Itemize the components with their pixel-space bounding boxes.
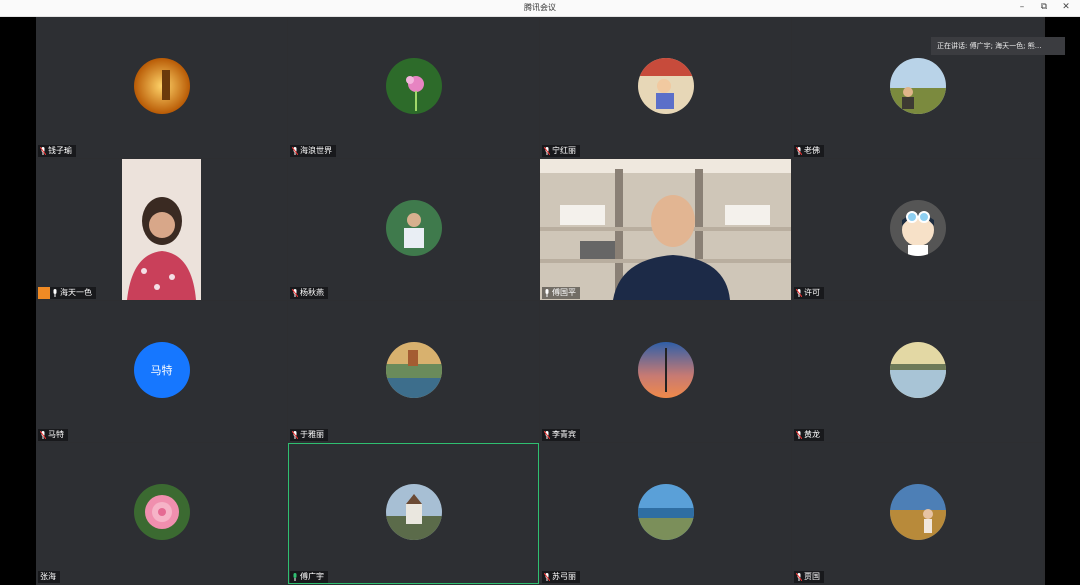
participant-tile[interactable]: 黄龙 [792, 301, 1043, 442]
window-titlebar: 腾讯会议 – ⧉ ✕ [0, 0, 1080, 17]
participant-name: 傅国平 [552, 288, 576, 297]
participant-name: 于雅丽 [300, 430, 324, 439]
avatar [133, 57, 190, 114]
participant-tile[interactable]: 钱子瑜 [36, 17, 287, 158]
participant-name-tag: 苏弓丽 [542, 571, 580, 583]
participant-name-tag: 许可 [794, 287, 824, 299]
participant-name: 马特 [48, 430, 64, 439]
participant-name: 海浪世界 [300, 146, 332, 155]
participant-name-tag: 贾国 [794, 571, 824, 583]
participant-name: 老佛 [804, 146, 820, 155]
host-icon [38, 287, 50, 299]
mic-icon [544, 289, 550, 297]
participant-tile[interactable]: 杨秋燕 [288, 159, 539, 300]
participant-tile[interactable]: 苏弓丽 [540, 443, 791, 584]
close-icon[interactable]: ✕ [1060, 1, 1072, 13]
avatar [637, 57, 694, 114]
window-controls: – ⧉ ✕ [1016, 1, 1072, 13]
avatar [889, 341, 946, 398]
mic-icon [544, 147, 550, 155]
participant-name: 贾国 [804, 572, 820, 581]
avatar [889, 57, 946, 114]
participant-name-tag: 马特 [38, 429, 68, 441]
avatar [385, 483, 442, 540]
participant-name: 许可 [804, 288, 820, 297]
participant-name: 海天一色 [60, 288, 92, 297]
participant-name-tag: 黄龙 [794, 429, 824, 441]
window-title: 腾讯会议 [524, 3, 556, 12]
video-feed [540, 159, 791, 300]
participant-name-tag: 海浪世界 [290, 145, 336, 157]
avatar-initials: 马特 [133, 341, 190, 398]
mic-icon [796, 289, 802, 297]
mic-icon [796, 431, 802, 439]
participant-name-tag: 钱子瑜 [38, 145, 76, 157]
participant-name-tag: 老佛 [794, 145, 824, 157]
participant-tile[interactable]: 贾国 [792, 443, 1043, 584]
avatar [637, 341, 694, 398]
mic-icon [292, 431, 298, 439]
participant-name-tag: 傅广宇 [290, 571, 328, 583]
participant-tile[interactable]: 海天一色 [36, 159, 287, 300]
participant-tile[interactable]: 海浪世界 [288, 17, 539, 158]
participant-name-tag: 杨秋燕 [290, 287, 328, 299]
mic-icon [544, 431, 550, 439]
participant-name-tag: 海天一色 [38, 287, 96, 299]
mic-icon [292, 573, 298, 581]
participant-name: 苏弓丽 [552, 572, 576, 581]
participant-name: 宁红丽 [552, 146, 576, 155]
participant-name: 钱子瑜 [48, 146, 72, 155]
participant-tile[interactable]: 张海 [36, 443, 287, 584]
mic-icon [796, 573, 802, 581]
participant-tile[interactable]: 傅国平 [540, 159, 791, 300]
mic-icon [52, 289, 58, 297]
participant-tile[interactable]: 马特 马特 [36, 301, 287, 442]
avatar [889, 199, 946, 256]
participant-name-tag: 于雅丽 [290, 429, 328, 441]
avatar [133, 483, 190, 540]
participant-tile[interactable]: 宁红丽 [540, 17, 791, 158]
participant-name: 杨秋燕 [300, 288, 324, 297]
video-grid: 钱子瑜 海浪世界 宁红丽 老佛 海天一色 杨秋燕 傅国平 许可 马特 马特 于雅… [36, 17, 1045, 585]
participant-tile[interactable]: 李青宾 [540, 301, 791, 442]
speaking-indicator: 正在讲话: 傅广宇; 海天一色; 熊... [931, 37, 1065, 55]
participant-tile-active-speaker[interactable]: 傅广宇 [288, 443, 539, 584]
participant-name: 黄龙 [804, 430, 820, 439]
participant-name-tag: 张海 [38, 571, 60, 583]
avatar [385, 57, 442, 114]
participant-name: 李青宾 [552, 430, 576, 439]
mic-icon [292, 147, 298, 155]
avatar [385, 341, 442, 398]
participant-name: 傅广宇 [300, 572, 324, 581]
mic-icon [544, 573, 550, 581]
mic-icon [40, 431, 46, 439]
participant-name: 张海 [40, 572, 56, 581]
participant-tile[interactable]: 于雅丽 [288, 301, 539, 442]
avatar [637, 483, 694, 540]
restore-icon[interactable]: ⧉ [1038, 1, 1050, 13]
video-feed [122, 159, 201, 300]
avatar [889, 483, 946, 540]
minimize-icon[interactable]: – [1016, 1, 1028, 13]
participant-name-tag: 宁红丽 [542, 145, 580, 157]
participant-tile[interactable]: 许可 [792, 159, 1043, 300]
mic-icon [40, 147, 46, 155]
participant-name-tag: 傅国平 [542, 287, 580, 299]
mic-icon [796, 147, 802, 155]
avatar [385, 199, 442, 256]
participant-name-tag: 李青宾 [542, 429, 580, 441]
mic-icon [292, 289, 298, 297]
